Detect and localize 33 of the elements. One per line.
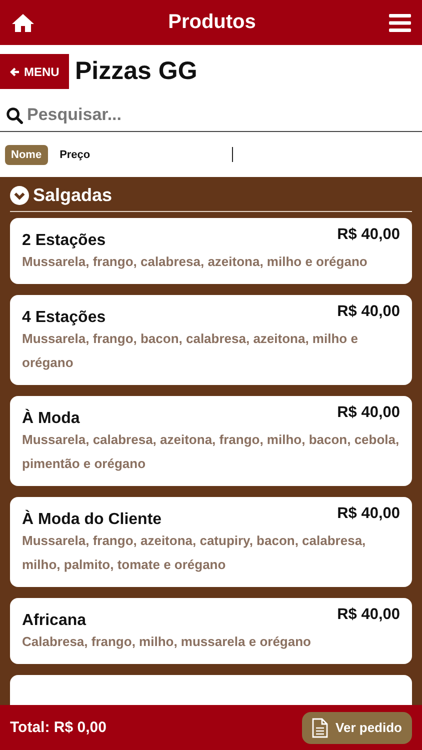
search-icon — [6, 106, 23, 124]
page-title: Pizzas GG — [75, 57, 198, 86]
product-price: R$ 40,00 — [337, 226, 400, 244]
product-price: R$ 40,00 — [337, 303, 400, 321]
back-button[interactable]: MENU — [0, 54, 69, 89]
product-name: À Moda do Cliente — [22, 511, 162, 529]
document-icon — [312, 718, 328, 738]
menu-icon[interactable] — [389, 14, 411, 32]
product-description: Mussarela, frango, azeitona, catupiry, bacon, calabresa, milho, palmito, tomate e orégano — [22, 532, 367, 574]
product-card[interactable]: À Moda do Cliente R$ 40,00 Mussarela, frango, azeitona, catupiry, bacon, calabresa, milho, palmito, tomate e orégano — [10, 497, 412, 587]
product-description: Calabresa, frango, milho, mussarela e orégano — [22, 633, 312, 651]
product-price: R$ 40,00 — [337, 404, 400, 422]
section-header[interactable]: Salgadas — [10, 185, 412, 212]
product-card[interactable]: 2 Estações R$ 40,00 Mussarela, frango, calabresa, azeitona, milho e orégano — [10, 218, 412, 284]
product-name: Africana — [22, 612, 86, 630]
home-icon[interactable] — [11, 12, 35, 32]
product-card[interactable]: Africana R$ 40,00 Calabresa, frango, milho, mussarela e orégano — [10, 598, 412, 664]
product-description: Mussarela, frango, bacon, calabresa, azeitona, milho e orégano — [22, 330, 359, 372]
product-price: R$ 40,00 — [337, 505, 400, 523]
product-name: 2 Estações — [22, 232, 106, 250]
sort-option[interactable]: Preço — [54, 144, 96, 164]
header-title: Produtos — [168, 11, 256, 34]
product-description: Mussarela, calabresa, azeitona, frango, milho, bacon, cebola, pimentão e orégano — [22, 431, 400, 473]
product-price: R$ 40,00 — [337, 606, 400, 624]
order-total: Total: R$ 0,00 — [10, 719, 106, 736]
product-name: À Moda — [22, 410, 80, 428]
product-card[interactable]: 4 Estações R$ 40,00 Mussarela, frango, bacon, calabresa, azeitona, milho e orégano — [10, 295, 412, 385]
product-description: Mussarela, frango, calabresa, azeitona, milho e orégano — [22, 253, 368, 271]
sort-option[interactable]: Nome — [5, 144, 48, 164]
product-name: 4 Estações — [22, 309, 106, 327]
product-card[interactable]: À Moda R$ 40,00 Mussarela, calabresa, azeitona, frango, milho, bacon, cebola, pimentão e orégano — [10, 396, 412, 486]
arrow-left-icon — [10, 66, 20, 76]
view-order-button[interactable]: Ver pedido — [302, 712, 412, 744]
